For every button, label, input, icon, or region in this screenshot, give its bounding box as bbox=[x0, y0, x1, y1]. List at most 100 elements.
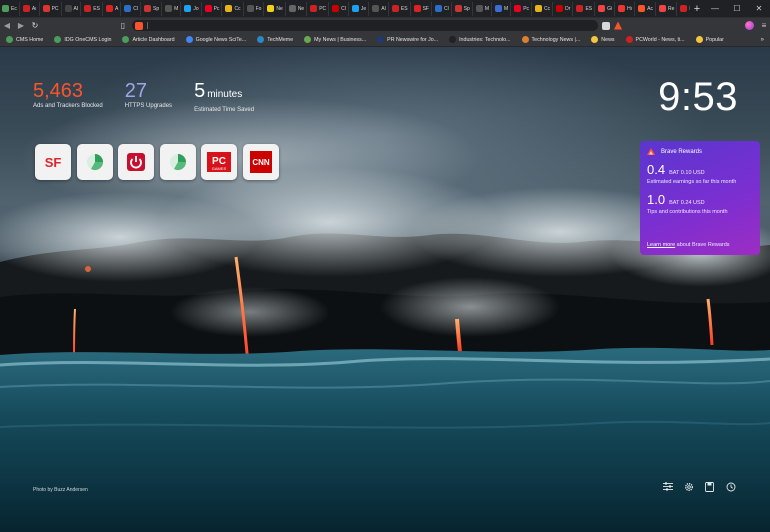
https-upgrades-value: 27 bbox=[124, 80, 147, 102]
tab-favicon-icon bbox=[391, 5, 399, 12]
maximize-button[interactable]: ☐ bbox=[726, 4, 748, 13]
tab[interactable]: Cl bbox=[433, 1, 452, 16]
tab[interactable]: Je bbox=[350, 1, 370, 16]
back-icon[interactable]: ◀ bbox=[0, 21, 14, 30]
top-site-pie-2[interactable] bbox=[159, 144, 196, 180]
brave-shields-icon[interactable] bbox=[135, 21, 143, 30]
tab-title: Ne bbox=[276, 5, 283, 12]
bookmark-favicon-icon bbox=[122, 36, 130, 43]
bookmark-item[interactable]: PR Newswire for Jo... bbox=[377, 36, 438, 43]
brave-rewards-icon[interactable] bbox=[614, 21, 622, 30]
learn-more-suffix: about Brave Rewards bbox=[675, 242, 730, 248]
tab[interactable]: Cc bbox=[223, 1, 244, 16]
bookmark-item[interactable]: Industries: Technolo... bbox=[449, 36, 511, 43]
close-window-button[interactable]: ✕ bbox=[748, 4, 770, 13]
tab[interactable]: Cl bbox=[330, 1, 349, 16]
top-sites: SF PC GAMES CNN bbox=[35, 144, 284, 180]
tab[interactable]: SF bbox=[412, 1, 432, 16]
bookmark-item[interactable]: CMS Home bbox=[6, 36, 43, 43]
bookmark-item[interactable]: Technology News |... bbox=[521, 36, 580, 43]
earnings-unit: BAT 0.10 USD bbox=[669, 170, 705, 176]
tab[interactable]: Dr bbox=[554, 1, 574, 16]
bookmark-label: TechMeme bbox=[267, 36, 294, 43]
bookmarks-overflow-button[interactable]: » bbox=[761, 37, 764, 43]
tab[interactable]: ES bbox=[678, 2, 690, 16]
tab[interactable]: AI bbox=[63, 1, 82, 16]
reload-icon[interactable]: ↻ bbox=[28, 21, 42, 30]
tips-row: 1.0 BAT 0.24 USD bbox=[647, 192, 753, 207]
tab[interactable]: Ac bbox=[636, 1, 656, 16]
tab[interactable]: Sp bbox=[142, 1, 163, 16]
https-upgrades-stat: 27 HTTPS Upgrades bbox=[125, 81, 172, 113]
tab-favicon-icon bbox=[351, 5, 359, 12]
bookmark-item[interactable]: Article Dashboard bbox=[122, 36, 175, 43]
bookmark-label: Google News SciTe... bbox=[195, 36, 247, 43]
tab[interactable]: Jo bbox=[182, 1, 202, 16]
tab[interactable]: PC bbox=[308, 1, 330, 16]
bookmark-item[interactable]: Popular bbox=[695, 36, 724, 43]
new-tab-page: 5,463 Ads and Trackers Blocked 27 HTTPS … bbox=[0, 47, 770, 532]
tab[interactable]: M bbox=[493, 1, 512, 16]
tab-favicon-icon bbox=[204, 5, 212, 12]
earnings-value: 0.4 bbox=[647, 162, 666, 177]
top-site-power[interactable] bbox=[118, 144, 154, 180]
tab[interactable]: Hı bbox=[616, 1, 636, 16]
tab[interactable]: Cc bbox=[533, 1, 554, 16]
profile-avatar[interactable] bbox=[745, 21, 754, 30]
tab[interactable]: PC bbox=[41, 1, 62, 16]
tab[interactable]: Ne bbox=[287, 1, 308, 16]
bookmark-save-icon[interactable] bbox=[699, 482, 720, 492]
top-site-cnn[interactable]: CNN bbox=[242, 144, 279, 180]
tab-favicon-icon bbox=[576, 5, 584, 12]
top-site-sf[interactable]: SF bbox=[35, 144, 71, 180]
learn-more-link[interactable]: Learn more bbox=[647, 242, 675, 248]
rewards-title: Brave Rewards bbox=[661, 148, 703, 155]
new-tab-button[interactable]: + bbox=[690, 2, 704, 16]
gear-icon[interactable] bbox=[678, 482, 699, 492]
tab[interactable]: Cl bbox=[122, 1, 142, 16]
tab[interactable]: Sp bbox=[453, 1, 473, 16]
minimize-button[interactable]: — bbox=[704, 4, 726, 13]
bookmark-label: Popular bbox=[705, 36, 724, 43]
tab-title: Je bbox=[360, 5, 367, 12]
bookmarks-bar: CMS Home IDG OneCMS Login Article Dashboar… bbox=[0, 33, 770, 47]
tab[interactable]: Ne bbox=[265, 1, 286, 16]
tab[interactable]: Ec bbox=[0, 1, 20, 16]
top-site-pcgames[interactable]: PC GAMES bbox=[201, 144, 237, 180]
tab[interactable]: ES bbox=[574, 1, 596, 16]
bookmark-item[interactable]: IDG OneCMS Login bbox=[54, 36, 111, 43]
tips-unit: BAT 0.24 USD bbox=[669, 200, 705, 206]
tab[interactable]: ES bbox=[390, 1, 411, 16]
bookmark-label: News bbox=[601, 36, 615, 43]
history-icon[interactable] bbox=[720, 482, 741, 492]
brave-rewards-widget[interactable]: Brave Rewards 0.4 BAT 0.10 USD Estimated… bbox=[640, 141, 760, 255]
bookmark-item[interactable]: Google News SciTe... bbox=[185, 36, 247, 43]
ads-blocked-label: Ads and Trackers Blocked bbox=[33, 103, 103, 109]
tab[interactable]: A bbox=[104, 1, 122, 16]
tab[interactable]: M bbox=[474, 1, 493, 16]
tab-title: Jo bbox=[193, 5, 199, 12]
tab[interactable]: AI bbox=[370, 1, 389, 16]
tab-title: Sp bbox=[463, 5, 470, 12]
menu-icon[interactable]: ≡ bbox=[758, 21, 770, 30]
pie-logo-icon bbox=[169, 154, 186, 171]
tab[interactable]: Gi bbox=[596, 1, 616, 16]
sliders-icon[interactable] bbox=[657, 482, 678, 492]
tab[interactable]: Pc bbox=[512, 1, 533, 16]
extension-icon[interactable] bbox=[602, 21, 610, 30]
tab[interactable]: Pc bbox=[203, 1, 223, 16]
bookmark-item[interactable]: PCWorld - News, ti... bbox=[625, 36, 685, 43]
bookmark-item[interactable]: News bbox=[591, 36, 615, 43]
tab[interactable]: M bbox=[163, 1, 182, 16]
tab-favicon-icon bbox=[267, 5, 275, 12]
tab[interactable]: Re bbox=[657, 1, 678, 16]
bookmark-page-icon[interactable]: ▯ bbox=[118, 21, 128, 30]
forward-icon[interactable]: ▶ bbox=[14, 21, 28, 30]
tab[interactable]: ES bbox=[82, 1, 103, 16]
top-site-pie-1[interactable] bbox=[76, 144, 113, 180]
tab[interactable]: Aı bbox=[21, 1, 40, 16]
bookmark-item[interactable]: My News | Business... bbox=[304, 36, 366, 43]
bookmark-item[interactable]: TechMeme bbox=[257, 36, 293, 43]
tab[interactable]: Fo bbox=[245, 1, 265, 16]
address-bar[interactable] bbox=[132, 20, 598, 31]
